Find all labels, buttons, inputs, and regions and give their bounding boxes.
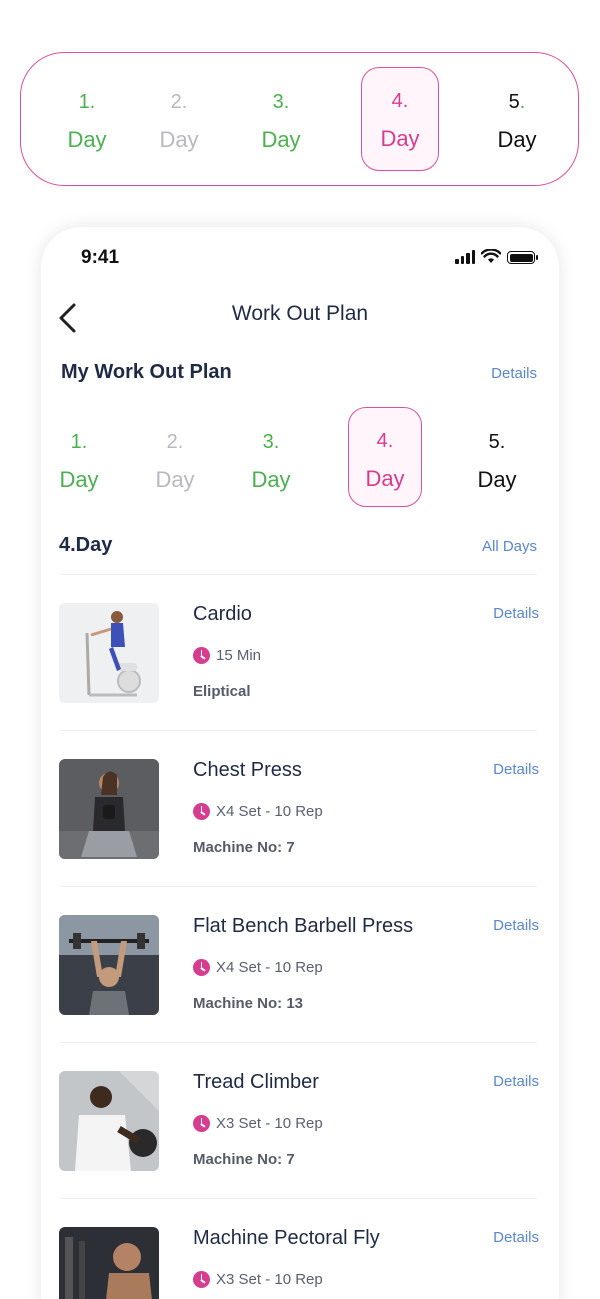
day-label: Day <box>477 467 517 492</box>
exercise-sets: X4 Set - 10 Rep <box>193 959 323 976</box>
day-number: 3. <box>262 431 280 453</box>
divider <box>59 730 537 731</box>
divider <box>59 886 537 887</box>
day-selector-card: 1. Day 2. Day 3. Day 4. Day 5. Day <box>20 52 579 186</box>
exercise-machine: Machine No: 7 <box>193 839 295 856</box>
day-label: Day <box>59 467 99 492</box>
day-label: Day <box>365 466 405 491</box>
day-label: Day <box>380 126 420 151</box>
day-tab-2[interactable]: 2. Day <box>145 423 205 499</box>
day-number: 2. <box>166 431 184 453</box>
exercise-meta-text: X3 Set - 10 Rep <box>216 1271 323 1288</box>
day-label: Day <box>251 467 291 492</box>
day-number: 1. <box>78 91 96 113</box>
clock-icon <box>193 803 210 820</box>
day-tab-4-active[interactable]: 4. Day <box>348 407 422 507</box>
exercise-name: Machine Pectoral Fly <box>193 1227 380 1249</box>
clock-icon <box>193 1271 210 1288</box>
day-number: 4. <box>376 430 394 452</box>
divider <box>59 1198 537 1199</box>
day-tab-3[interactable]: 3. Day <box>251 83 311 159</box>
day-number: 5. <box>508 91 526 113</box>
day-tab-5[interactable]: 5. Day <box>467 423 527 499</box>
exercise-name: Tread Climber <box>193 1071 319 1093</box>
exercise-row[interactable]: Machine Pectoral Fly X3 Set - 10 Rep Det… <box>59 1227 539 1299</box>
day-tab-2[interactable]: 2. Day <box>149 83 209 159</box>
exercise-image <box>59 1071 159 1171</box>
exercise-sets: X3 Set - 10 Rep <box>193 1115 323 1132</box>
exercise-meta-text: X3 Set - 10 Rep <box>216 1115 323 1132</box>
day-number: 1. <box>70 431 88 453</box>
day-tab-1[interactable]: 1. Day <box>57 83 117 159</box>
exercise-duration: 15 Min <box>193 647 261 664</box>
exercise-sets: X3 Set - 10 Rep <box>193 1271 323 1288</box>
day-label: Day <box>155 467 195 492</box>
exercise-row[interactable]: Flat Bench Barbell Press X4 Set - 10 Rep… <box>59 915 539 1015</box>
exercise-image <box>59 915 159 1015</box>
exercise-row[interactable]: Cardio 15 Min Eliptical Details <box>59 603 539 703</box>
divider <box>59 1042 537 1043</box>
current-day-title: 4.Day <box>59 534 113 556</box>
exercise-row[interactable]: Tread Climber X3 Set - 10 Rep Machine No… <box>59 1071 539 1171</box>
status-icons <box>455 249 538 264</box>
exercise-details-link[interactable]: Details <box>493 1073 539 1090</box>
exercise-machine: Machine No: 13 <box>193 995 304 1012</box>
exercise-details-link[interactable]: Details <box>493 761 539 778</box>
exercise-image <box>59 603 159 703</box>
exercise-image <box>59 1227 159 1299</box>
exercise-meta-text: X4 Set - 10 Rep <box>216 959 323 976</box>
status-time: 9:41 <box>81 247 120 268</box>
phone-screen: 9:41 Work Out Plan My Work Out Plan Deta… <box>41 227 559 1299</box>
exercise-details-link[interactable]: Details <box>493 605 539 622</box>
exercise-row[interactable]: Chest Press X4 Set - 10 Rep Machine No: … <box>59 759 539 859</box>
exercise-details-link[interactable]: Details <box>493 1229 539 1246</box>
battery-icon <box>507 251 538 264</box>
signal-icon <box>455 250 475 264</box>
exercise-details-link[interactable]: Details <box>493 917 539 934</box>
day-tab-4-active[interactable]: 4. Day <box>361 67 439 171</box>
page-title: Work Out Plan <box>231 302 369 325</box>
exercise-meta-text: X4 Set - 10 Rep <box>216 803 323 820</box>
exercise-name: Cardio <box>193 603 252 625</box>
clock-icon <box>193 959 210 976</box>
all-days-link[interactable]: All Days <box>482 538 537 555</box>
day-number: 2. <box>170 91 188 113</box>
exercise-sets: X4 Set - 10 Rep <box>193 803 323 820</box>
day-label: Day <box>159 127 199 152</box>
clock-icon <box>193 647 210 664</box>
wifi-icon <box>481 249 501 263</box>
day-tab-1[interactable]: 1. Day <box>49 423 109 499</box>
exercise-machine: Machine No: 7 <box>193 1151 295 1168</box>
day-number: 4. <box>391 90 409 112</box>
day-number: 3. <box>272 91 290 113</box>
day-label: Day <box>497 127 537 152</box>
day-label: Day <box>261 127 301 152</box>
day-tab-5[interactable]: 5. Day <box>487 83 547 159</box>
plan-title: My Work Out Plan <box>61 361 232 383</box>
exercise-image <box>59 759 159 859</box>
exercise-equipment: Eliptical <box>193 683 251 700</box>
day-label: Day <box>67 127 107 152</box>
day-tab-3[interactable]: 3. Day <box>241 423 301 499</box>
day-number: 5. <box>488 431 506 453</box>
plan-details-link[interactable]: Details <box>491 365 537 382</box>
exercise-name: Flat Bench Barbell Press <box>193 915 414 937</box>
exercise-name: Chest Press <box>193 759 302 781</box>
clock-icon <box>193 1115 210 1132</box>
exercise-meta-text: 15 Min <box>216 647 262 664</box>
divider <box>59 574 537 575</box>
